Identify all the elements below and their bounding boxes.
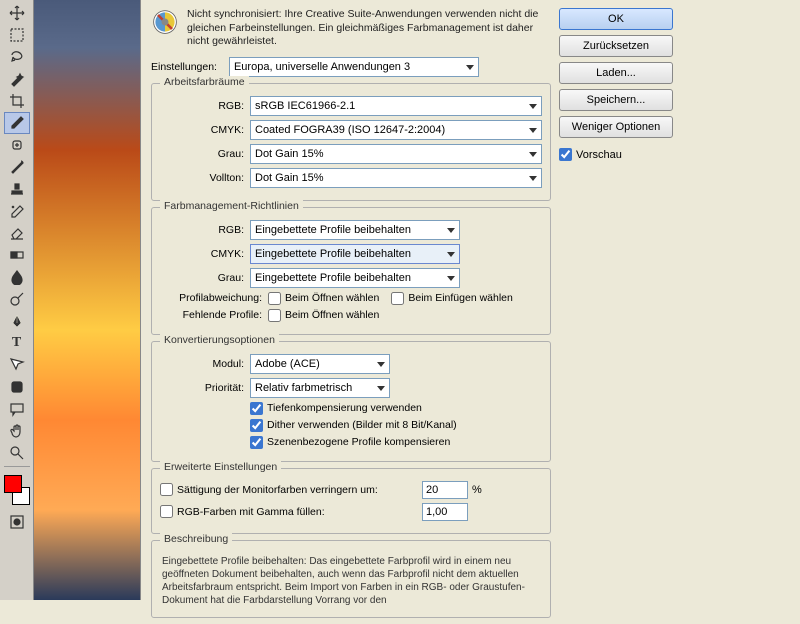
intent-select[interactable]: Relativ farbmetrisch (250, 378, 390, 398)
sync-message: Nicht synchronisiert: Ihre Creative Suit… (187, 8, 551, 49)
pen-tool[interactable] (4, 310, 30, 332)
notes-tool[interactable] (4, 398, 30, 420)
policies-group: Farbmanagement-Richtlinien RGB:Eingebett… (151, 207, 551, 335)
dither-checkbox[interactable]: Dither verwenden (Bilder mit 8 Bit/Kanal… (250, 419, 457, 432)
zoom-tool[interactable] (4, 442, 30, 464)
settings-label: Einstellungen: (151, 61, 223, 73)
rgb-workspace-select[interactable]: sRGB IEC61966-2.1 (250, 96, 542, 116)
engine-select[interactable]: Adobe (ACE) (250, 354, 390, 374)
foreground-swatch[interactable] (4, 475, 22, 493)
cmyk-workspace-select[interactable]: Coated FOGRA39 (ISO 12647-2:2004) (250, 120, 542, 140)
conversion-group: Konvertierungsoptionen Modul:Adobe (ACE)… (151, 341, 551, 462)
description-group: Beschreibung Eingebettete Profile beibeh… (151, 540, 551, 618)
type-tool[interactable]: T (4, 332, 30, 354)
healing-tool[interactable] (4, 134, 30, 156)
cancel-button[interactable]: Zurücksetzen (559, 35, 673, 57)
rgb-policy-select[interactable]: Eingebettete Profile beibehalten (250, 220, 460, 240)
fewer-options-button[interactable]: Weniger Optionen (559, 116, 673, 138)
ok-button[interactable]: OK (559, 8, 673, 30)
tools-panel: T (0, 0, 34, 600)
save-button[interactable]: Speichern... (559, 89, 673, 111)
lasso-tool[interactable] (4, 46, 30, 68)
gamma-checkbox[interactable]: RGB-Farben mit Gamma füllen: (160, 505, 410, 518)
gamma-value[interactable] (422, 503, 468, 521)
color-swatches[interactable] (2, 475, 32, 505)
blur-tool[interactable] (4, 266, 30, 288)
path-tool[interactable] (4, 354, 30, 376)
mismatch-paste-checkbox[interactable]: Beim Einfügen wählen (391, 292, 512, 305)
history-brush-tool[interactable] (4, 200, 30, 222)
sync-warning-icon (151, 8, 179, 36)
desaturate-checkbox[interactable]: Sättigung der Monitorfarben verringern u… (160, 483, 410, 496)
workspaces-group: Arbeitsfarbräume RGB:sRGB IEC61966-2.1 C… (151, 83, 551, 201)
crop-tool[interactable] (4, 90, 30, 112)
gradient-tool[interactable] (4, 244, 30, 266)
eraser-tool[interactable] (4, 222, 30, 244)
settings-select[interactable]: Europa, universelle Anwendungen 3 (229, 57, 479, 77)
wand-tool[interactable] (4, 68, 30, 90)
gray-workspace-select[interactable]: Dot Gain 15% (250, 144, 542, 164)
dodge-tool[interactable] (4, 288, 30, 310)
preview-checkbox[interactable]: Vorschau (559, 148, 673, 161)
marquee-tool[interactable] (4, 24, 30, 46)
missing-open-checkbox[interactable]: Beim Öffnen wählen (268, 309, 379, 322)
move-tool[interactable] (4, 2, 30, 24)
stamp-tool[interactable] (4, 178, 30, 200)
gray-policy-select[interactable]: Eingebettete Profile beibehalten (250, 268, 460, 288)
cmyk-policy-select[interactable]: Eingebettete Profile beibehalten (250, 244, 460, 264)
brush-tool[interactable] (4, 156, 30, 178)
eyedropper-tool[interactable] (4, 112, 30, 134)
bpc-checkbox[interactable]: Tiefenkompensierung verwenden (250, 402, 422, 415)
hand-tool[interactable] (4, 420, 30, 442)
mismatch-open-checkbox[interactable]: Beim Öffnen wählen (268, 292, 379, 305)
advanced-group: Erweiterte Einstellungen Sättigung der M… (151, 468, 551, 534)
desaturate-value[interactable] (422, 481, 468, 499)
scene-checkbox[interactable]: Szenenbezogene Profile kompensieren (250, 436, 450, 449)
quickmask-toggle[interactable] (4, 511, 30, 533)
color-settings-dialog: Nicht synchronisiert: Ihre Creative Suit… (140, 0, 800, 600)
spot-workspace-select[interactable]: Dot Gain 15% (250, 168, 542, 188)
description-text: Eingebettete Profile beibehalten: Das ei… (160, 553, 542, 609)
load-button[interactable]: Laden... (559, 62, 673, 84)
shape-tool[interactable] (4, 376, 30, 398)
